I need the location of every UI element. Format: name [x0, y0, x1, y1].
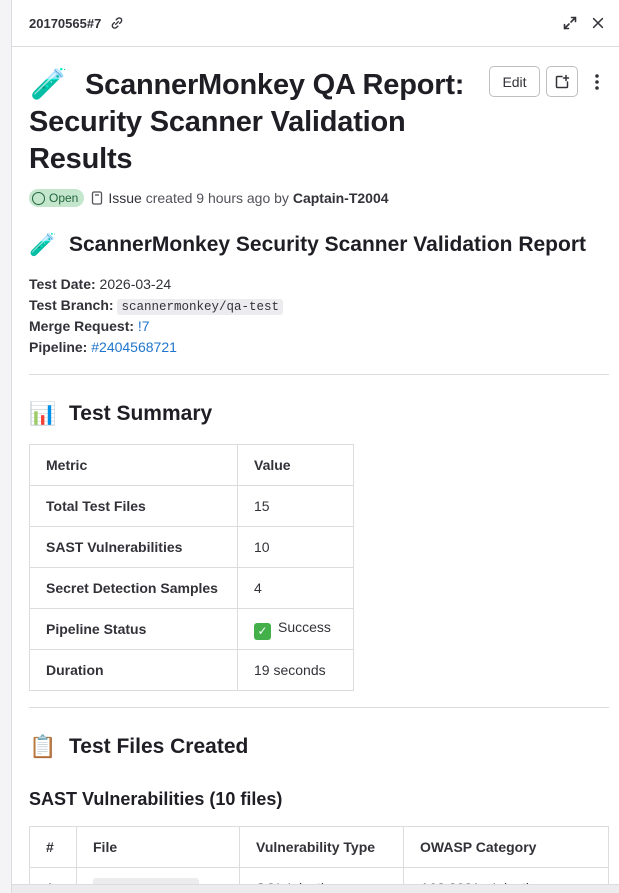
info-label: Test Date:	[29, 276, 96, 292]
files-table: # File Vulnerability Type OWASP Category…	[29, 826, 609, 884]
merge-request-link[interactable]: !7	[138, 318, 150, 334]
test-tube-icon: 🧪	[29, 232, 57, 257]
table-row: 1 SQL Injection A03:2021 - Injection	[29, 867, 609, 884]
issue-title: 🧪 ScannerMonkey QA Report: Security Scann…	[29, 66, 474, 178]
column-header: Value	[237, 444, 354, 486]
report-heading-text: ScannerMonkey Security Scanner Validatio…	[69, 233, 586, 256]
info-label: Pipeline:	[29, 339, 88, 355]
clipboard-icon: 📋	[29, 734, 57, 759]
issue-content: 🧪 ScannerMonkey QA Report: Security Scann…	[12, 47, 619, 884]
table-row: SAST Vulnerabilities 10	[29, 526, 354, 568]
status-value: Success	[278, 618, 331, 635]
issue-title-text: ScannerMonkey QA Report: Security Scanne…	[29, 69, 465, 175]
title-row: 🧪 ScannerMonkey QA Report: Security Scann…	[29, 47, 609, 178]
value-cell: ✓ Success	[237, 608, 354, 650]
metric-cell: Duration	[29, 649, 238, 691]
info-row-merge-request: Merge Request: !7	[29, 316, 609, 337]
value-cell: 15	[237, 485, 354, 527]
metric-cell: Pipeline Status	[29, 608, 238, 650]
author-link[interactable]: Captain-T2004	[293, 190, 389, 206]
report-heading: 🧪 ScannerMonkey Security Scanner Validati…	[29, 230, 609, 260]
kebab-icon[interactable]	[587, 66, 607, 97]
column-header: #	[29, 826, 77, 868]
check-mark-icon: ✓	[254, 622, 271, 640]
divider	[29, 707, 609, 708]
issue-type-icon	[91, 191, 103, 205]
summary-heading-text: Test Summary	[69, 402, 213, 425]
metric-cell: Total Test Files	[29, 485, 238, 527]
column-header: Vulnerability Type	[239, 826, 404, 868]
title-actions: Edit	[489, 66, 607, 97]
summary-table: Metric Value Total Test Files 15 SAST Vu…	[29, 444, 354, 691]
table-row: Secret Detection Samples 4	[29, 567, 354, 609]
issue-drawer: 20170565#7 🧪 ScannerMonkey QA Report: Sec…	[12, 0, 619, 885]
file-code	[93, 877, 199, 884]
info-label: Merge Request:	[29, 318, 135, 334]
row-number: 1	[29, 867, 77, 884]
drawer-header: 20170565#7	[12, 0, 619, 47]
divider	[29, 374, 609, 375]
new-item-icon[interactable]	[546, 66, 578, 97]
close-icon[interactable]	[589, 14, 607, 32]
files-heading: 📋 Test Files Created	[29, 732, 609, 762]
vuln-type-cell: SQL Injection	[239, 867, 404, 884]
created-text: created 9 hours ago by	[145, 190, 289, 206]
value-cell: 4	[237, 567, 354, 609]
edit-button[interactable]: Edit	[489, 66, 540, 97]
test-tube-icon: 🧪	[30, 68, 68, 101]
left-sidebar-edge	[0, 0, 12, 893]
issue-meta: Open Issue created 9 hours ago by Captai…	[29, 188, 609, 208]
table-row: Pipeline Status ✓ Success	[29, 608, 354, 650]
bar-chart-icon: 📊	[29, 401, 57, 426]
info-row-test-date: Test Date: 2026-03-24	[29, 274, 609, 295]
issue-type: Issue	[108, 190, 142, 206]
info-row-pipeline: Pipeline: #2404568721	[29, 337, 609, 358]
file-cell	[76, 867, 240, 884]
column-header: File	[76, 826, 240, 868]
pipeline-link[interactable]: #2404568721	[91, 339, 177, 355]
table-header-row: Metric Value	[29, 444, 354, 486]
column-header: OWASP Category	[403, 826, 609, 868]
link-icon[interactable]	[110, 16, 124, 30]
table-row: Duration 19 seconds	[29, 649, 354, 691]
table-row: Total Test Files 15	[29, 485, 354, 527]
table-header-row: # File Vulnerability Type OWASP Category	[29, 826, 609, 868]
branch-code: scannermonkey/qa-test	[117, 299, 283, 315]
status-badge: Open	[29, 189, 85, 207]
column-header: Metric	[29, 444, 238, 486]
value-cell: 10	[237, 526, 354, 568]
issue-reference[interactable]: 20170565#7	[29, 16, 101, 31]
value-cell: 19 seconds	[237, 649, 354, 691]
info-value: 2026-03-24	[99, 276, 172, 292]
summary-heading: 📊 Test Summary	[29, 399, 609, 429]
info-label: Test Branch:	[29, 297, 114, 313]
status-label: Open	[49, 191, 79, 205]
metric-cell: SAST Vulnerabilities	[29, 526, 238, 568]
owasp-cell: A03:2021 - Injection	[403, 867, 609, 884]
open-circle-icon	[32, 191, 45, 205]
metric-cell: Secret Detection Samples	[29, 567, 238, 609]
files-heading-text: Test Files Created	[69, 735, 249, 758]
info-row-test-branch: Test Branch: scannermonkey/qa-test	[29, 295, 609, 316]
expand-icon[interactable]	[561, 14, 579, 32]
sast-subheading: SAST Vulnerabilities (10 files)	[29, 789, 283, 809]
report-info: Test Date: 2026-03-24 Test Branch: scann…	[29, 274, 609, 358]
